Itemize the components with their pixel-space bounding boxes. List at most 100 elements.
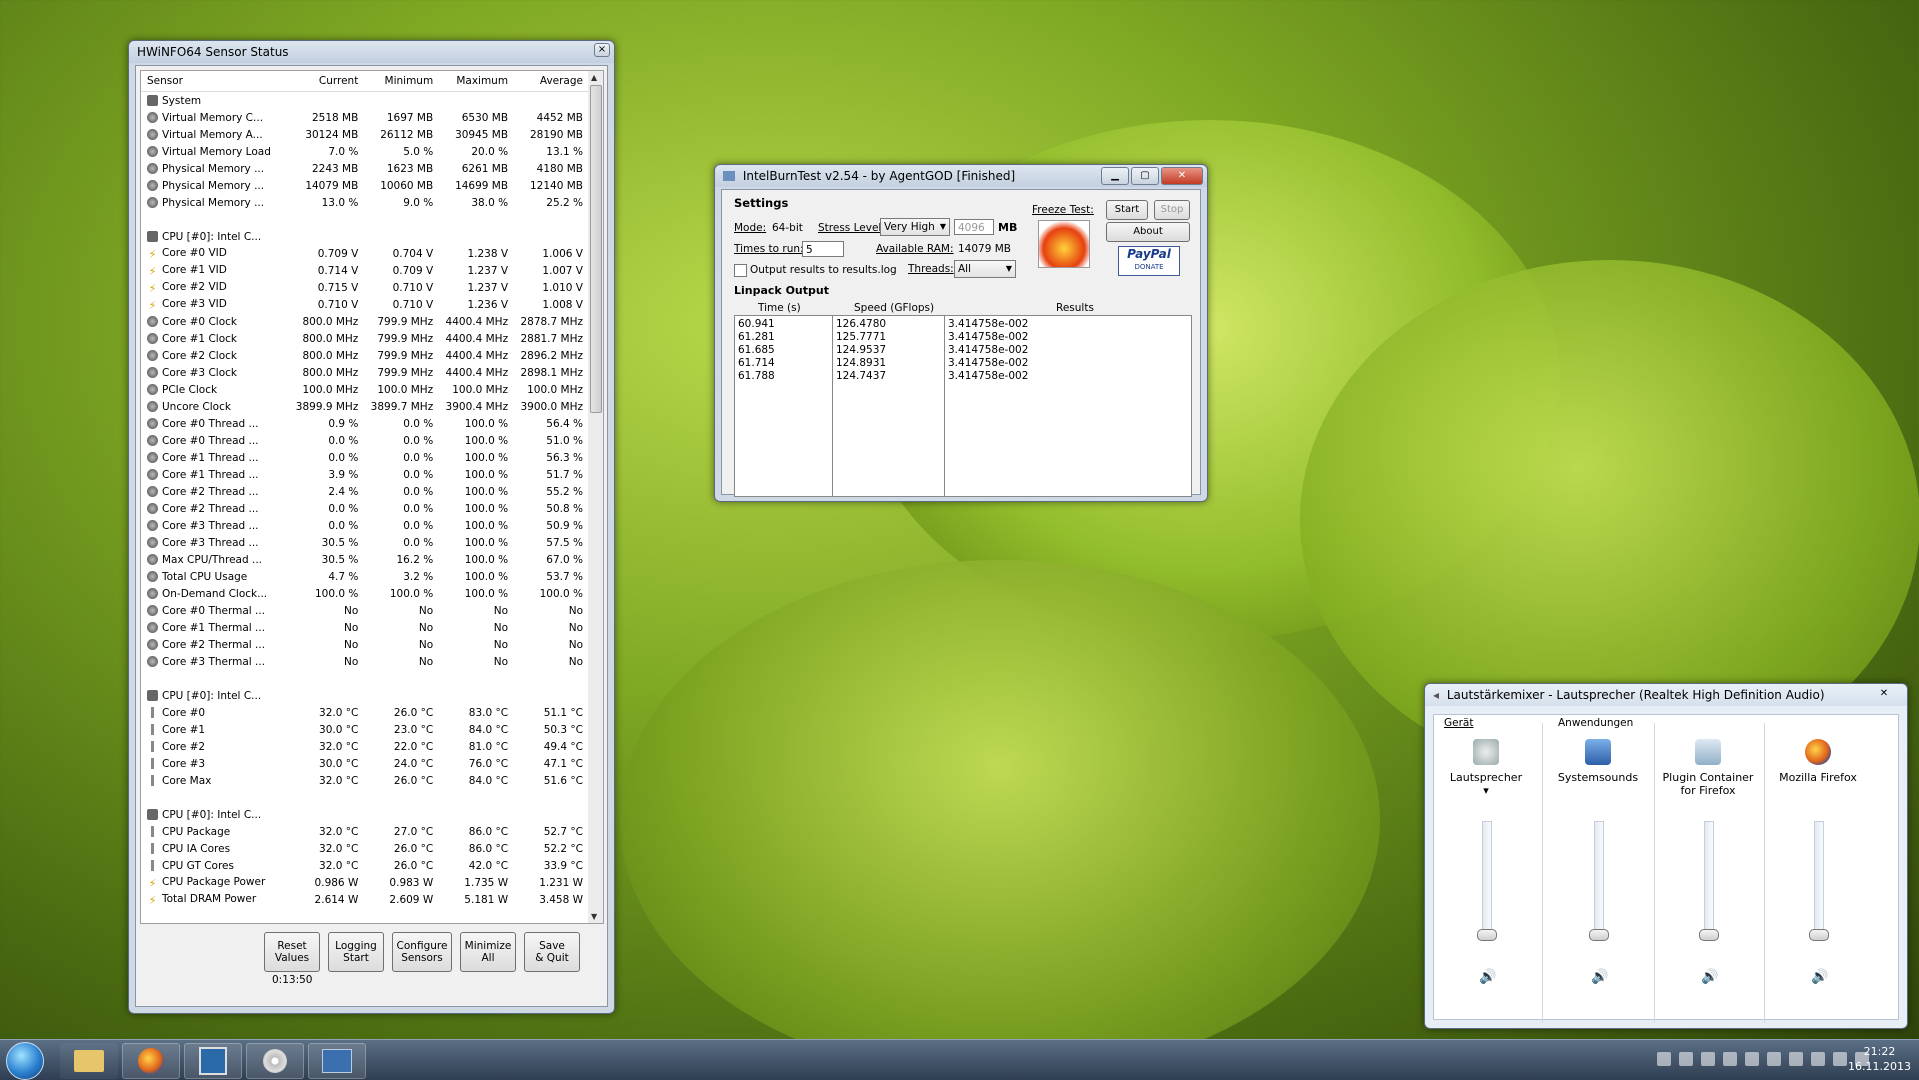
volume-slider-thumb[interactable] (1809, 929, 1829, 941)
save-quit-button[interactable]: Save & Quit (524, 932, 580, 972)
action-center-icon[interactable] (1811, 1052, 1825, 1066)
tray-app-icon[interactable] (1745, 1052, 1759, 1066)
volume-icon[interactable] (1833, 1052, 1847, 1066)
mute-button[interactable]: 🔊 (1811, 969, 1828, 985)
sensor-row[interactable]: ⚡ Core #1 VID 0.714 V 0.709 V 1.237 V 1.007 V (141, 262, 589, 279)
sensor-row[interactable]: Core #1 30.0 °C 23.0 °C 84.0 °C 50.3 °C (141, 721, 589, 738)
sensor-row[interactable]: ⚡ Core #3 VID 0.710 V 0.710 V 1.236 V 1.008 V (141, 296, 589, 313)
sensor-row[interactable]: Core #1 Thread ... 0.0 % 0.0 % 100.0 % 56.3 … (141, 449, 589, 466)
volume-slider-track[interactable] (1704, 821, 1714, 933)
firefox-icon[interactable] (1805, 739, 1831, 765)
scroll-down-icon[interactable]: ▼ (591, 912, 597, 921)
threads-select[interactable]: All ▼ (954, 260, 1016, 278)
sensor-row[interactable]: Core #3 Thermal ... No No No No (141, 653, 589, 670)
close-button[interactable]: ✕ (1865, 686, 1903, 702)
tray-app-icon[interactable] (1767, 1052, 1781, 1066)
sensor-row[interactable]: Core #3 30.0 °C 24.0 °C 76.0 °C 47.1 °C (141, 755, 589, 772)
clock[interactable]: 21:22 16.11.2013 (1848, 1044, 1911, 1074)
sensor-row[interactable]: CPU GT Cores 32.0 °C 26.0 °C 42.0 °C 33.9 °C (141, 857, 589, 874)
volume-slider-thumb[interactable] (1699, 929, 1719, 941)
times-to-run-field[interactable]: 5 (802, 241, 844, 257)
sensor-row[interactable]: ⚡ CPU Package Power 0.986 W 0.983 W 1.735 W 1… (141, 874, 589, 891)
reset-values-button[interactable]: Reset Values (264, 932, 320, 972)
sensor-row[interactable]: Physical Memory ... 13.0 % 9.0 % 38.0 % 25.2… (141, 194, 589, 211)
tray-app-icon[interactable] (1679, 1052, 1693, 1066)
column-header[interactable]: Minimum (364, 71, 440, 92)
sensor-row[interactable]: Core Max 32.0 °C 26.0 °C 84.0 °C 51.6 °C (141, 772, 589, 789)
close-button[interactable]: × (594, 43, 610, 57)
stress-level-select[interactable]: Very High ▼ (880, 218, 950, 236)
cd-taskbar-button[interactable] (246, 1043, 304, 1079)
sensor-row[interactable]: Core #3 Clock 800.0 MHz 799.9 MHz 4400.4 MH… (141, 364, 589, 381)
volume-slider-thumb[interactable] (1477, 929, 1497, 941)
sensor-row[interactable]: Uncore Clock 3899.9 MHz 3899.7 MHz 3900.4 M… (141, 398, 589, 415)
tray-app-icon[interactable] (1701, 1052, 1715, 1066)
configure-sensors-button[interactable]: Configure Sensors (392, 932, 452, 972)
flame-icon[interactable] (1038, 220, 1090, 268)
speaker-device-icon[interactable] (1473, 739, 1499, 765)
sensor-row[interactable]: Core #1 Thermal ... No No No No (141, 619, 589, 636)
mute-button[interactable]: 🔊 (1591, 969, 1608, 985)
logging-start-button[interactable]: Logging Start (328, 932, 384, 972)
hwinfo-titlebar[interactable]: HWiNFO64 Sensor Status × (129, 41, 614, 63)
about-button[interactable]: About (1106, 222, 1190, 242)
volume-slider-thumb[interactable] (1589, 929, 1609, 941)
explorer-taskbar-button[interactable] (60, 1043, 118, 1079)
sensor-row[interactable]: Virtual Memory Load 7.0 % 5.0 % 20.0 % 13.1 … (141, 143, 589, 160)
sensor-row[interactable]: Core #2 Thermal ... No No No No (141, 636, 589, 653)
sensor-row[interactable]: Total CPU Usage 4.7 % 3.2 % 100.0 % 53.7 % (141, 568, 589, 585)
column-header[interactable]: Average (514, 71, 589, 92)
output-results-checkbox[interactable] (734, 264, 747, 277)
system-sounds-icon[interactable] (1585, 739, 1611, 765)
volume-slider-track[interactable] (1482, 821, 1492, 933)
sensor-row[interactable]: Core #3 Thread ... 30.5 % 0.0 % 100.0 % 57.5… (141, 534, 589, 551)
vertical-scrollbar[interactable]: ▲ ▼ (588, 70, 604, 924)
minimize-button[interactable]: ▁ (1101, 167, 1129, 185)
sensor-row[interactable]: Physical Memory ... 14079 MB 10060 MB 14699… (141, 177, 589, 194)
start-button[interactable]: Start (1106, 200, 1148, 220)
sensor-row[interactable]: ⚡ Core #2 VID 0.715 V 0.710 V 1.237 V 1.010 V (141, 279, 589, 296)
sensor-row[interactable]: Max CPU/Thread ... 30.5 % 16.2 % 100.0 % 67.… (141, 551, 589, 568)
sensor-row[interactable]: PCIe Clock 100.0 MHz 100.0 MHz 100.0 MHz 100… (141, 381, 589, 398)
sensor-row[interactable]: ⚡ Core #0 VID 0.709 V 0.704 V 1.238 V 1.006 V (141, 245, 589, 262)
sensor-row[interactable]: CPU IA Cores 32.0 °C 26.0 °C 86.0 °C 52.2 °C (141, 840, 589, 857)
mute-button[interactable]: 🔊 (1479, 969, 1496, 985)
paypal-donate-button[interactable]: PayPal DONATE (1118, 246, 1180, 276)
sensor-row[interactable]: Physical Memory ... 2243 MB 1623 MB 6261 MB… (141, 160, 589, 177)
minimize-all-button[interactable]: Minimize All (460, 932, 516, 972)
sensor-row[interactable]: Core #0 Thread ... 0.9 % 0.0 % 100.0 % 56.4 … (141, 415, 589, 432)
sensor-row[interactable]: Core #2 Thread ... 0.0 % 0.0 % 100.0 % 50.8 … (141, 500, 589, 517)
sensor-row[interactable]: Core #2 Clock 800.0 MHz 799.9 MHz 4400.4 MH… (141, 347, 589, 364)
sensor-group-row[interactable]: CPU [#0]: Intel C... (141, 228, 589, 245)
sensor-row[interactable]: Core #1 Thread ... 3.9 % 0.0 % 100.0 % 51.7 … (141, 466, 589, 483)
sensor-row[interactable]: Core #1 Clock 800.0 MHz 799.9 MHz 4400.4 MH… (141, 330, 589, 347)
sensor-row[interactable]: On-Demand Clock... 100.0 % 100.0 % 100.0 % 1… (141, 585, 589, 602)
sensor-row[interactable]: Virtual Memory A... 30124 MB 26112 MB 30945… (141, 126, 589, 143)
chevron-down-icon[interactable]: ▾ (1483, 784, 1489, 797)
scrollbar-thumb[interactable] (590, 85, 602, 413)
cpu-z-taskbar-button[interactable] (308, 1043, 366, 1079)
channel-label[interactable]: Lautsprecher (1434, 771, 1538, 784)
bluetooth-icon[interactable] (1657, 1052, 1671, 1066)
stop-button[interactable]: Stop (1154, 200, 1190, 220)
sensor-row[interactable]: CPU Package 32.0 °C 27.0 °C 86.0 °C 52.7 °C (141, 823, 589, 840)
tray-app-icon[interactable] (1723, 1052, 1737, 1066)
column-header[interactable]: Maximum (439, 71, 515, 92)
sensor-group-row[interactable]: CPU [#0]: Intel C... (141, 687, 589, 704)
firefox-taskbar-button[interactable] (122, 1043, 180, 1079)
column-header[interactable]: Sensor (141, 71, 290, 92)
sensor-row[interactable]: Core #3 Thread ... 0.0 % 0.0 % 100.0 % 50.9 … (141, 517, 589, 534)
start-button[interactable] (6, 1042, 44, 1080)
sensor-row[interactable]: Virtual Memory C... 2518 MB 1697 MB 6530 MB… (141, 109, 589, 126)
scroll-up-icon[interactable]: ▲ (591, 73, 597, 82)
linpack-output-list[interactable]: 60.941 61.281 61.685 61.714 61.788 126.4780 1… (734, 315, 1192, 497)
mixer-titlebar[interactable]: ◂ Lautstärkemixer - Lautsprecher (Realte… (1425, 684, 1907, 706)
volume-slider-track[interactable] (1814, 821, 1824, 933)
network-icon[interactable] (1789, 1052, 1803, 1066)
plugin-container-icon[interactable] (1695, 739, 1721, 765)
sensor-row[interactable]: ⚡ Total DRAM Power 2.614 W 2.609 W 5.181 W 3.… (141, 891, 589, 908)
sensor-row[interactable]: Core #2 32.0 °C 22.0 °C 81.0 °C 49.4 °C (141, 738, 589, 755)
sensor-list[interactable]: Sensor Current Minimum Maximum Average Syste… (140, 70, 590, 924)
sensor-group-row[interactable]: System (141, 92, 589, 110)
sensor-row[interactable]: Core #2 Thread ... 2.4 % 0.0 % 100.0 % 55.2 … (141, 483, 589, 500)
